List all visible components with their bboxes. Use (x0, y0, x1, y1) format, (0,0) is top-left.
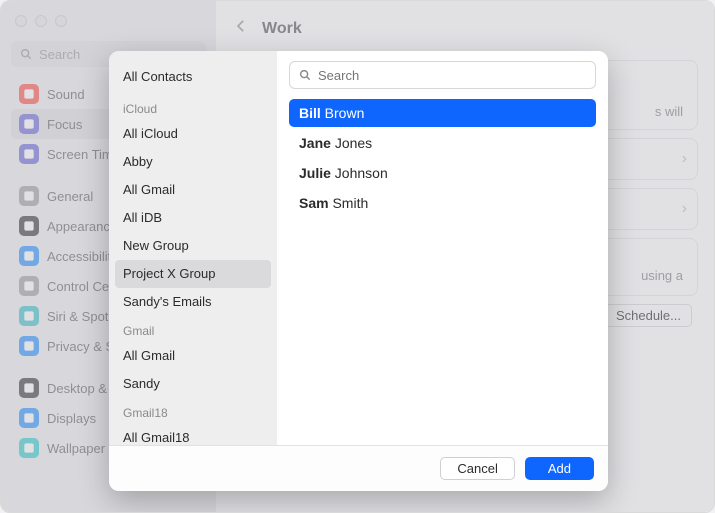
group-item-abby[interactable]: Abby (109, 148, 277, 176)
contact-search-input[interactable] (318, 68, 587, 83)
group-item-sandy[interactable]: Sandy (109, 370, 277, 398)
modal-footer: Cancel Add (109, 445, 608, 491)
contact-first: Bill (299, 105, 321, 121)
contact-row-jane-jones[interactable]: Jane Jones (289, 129, 596, 157)
settings-window: Search SoundFocusScreen Time GeneralAppe… (0, 0, 715, 513)
groups-sidebar: All Contacts iCloudAll iCloudAbbyAll Gma… (109, 51, 277, 445)
contact-first: Julie (299, 165, 331, 181)
contact-last: Johnson (335, 165, 388, 181)
contact-row-julie-johnson[interactable]: Julie Johnson (289, 159, 596, 187)
contact-last: Brown (325, 105, 365, 121)
contact-list: Bill BrownJane JonesJulie JohnsonSam Smi… (289, 99, 596, 445)
group-item-all-gmail[interactable]: All Gmail (109, 342, 277, 370)
search-icon (298, 68, 312, 82)
group-header: Gmail18 (109, 398, 277, 424)
group-header: Gmail (109, 316, 277, 342)
contact-first: Sam (299, 195, 329, 211)
contact-first: Jane (299, 135, 331, 151)
group-item-all-icloud[interactable]: All iCloud (109, 120, 277, 148)
group-item-sandy-s-emails[interactable]: Sandy's Emails (109, 288, 277, 316)
contact-picker-modal: All Contacts iCloudAll iCloudAbbyAll Gma… (109, 51, 608, 491)
group-item-all-gmail[interactable]: All Gmail (109, 176, 277, 204)
cancel-button[interactable]: Cancel (440, 457, 514, 480)
group-item-new-group[interactable]: New Group (109, 232, 277, 260)
contact-row-sam-smith[interactable]: Sam Smith (289, 189, 596, 217)
group-header: iCloud (109, 94, 277, 120)
add-button[interactable]: Add (525, 457, 594, 480)
contact-row-bill-brown[interactable]: Bill Brown (289, 99, 596, 127)
group-item-all-idb[interactable]: All iDB (109, 204, 277, 232)
contacts-pane: Bill BrownJane JonesJulie JohnsonSam Smi… (277, 51, 608, 445)
group-item-project-x-group[interactable]: Project X Group (115, 260, 271, 288)
group-item-all-gmail18[interactable]: All Gmail18 (109, 424, 277, 445)
contact-last: Jones (335, 135, 372, 151)
contact-last: Smith (332, 195, 368, 211)
contact-search[interactable] (289, 61, 596, 89)
group-all-contacts[interactable]: All Contacts (109, 65, 277, 94)
modal-body: All Contacts iCloudAll iCloudAbbyAll Gma… (109, 51, 608, 445)
